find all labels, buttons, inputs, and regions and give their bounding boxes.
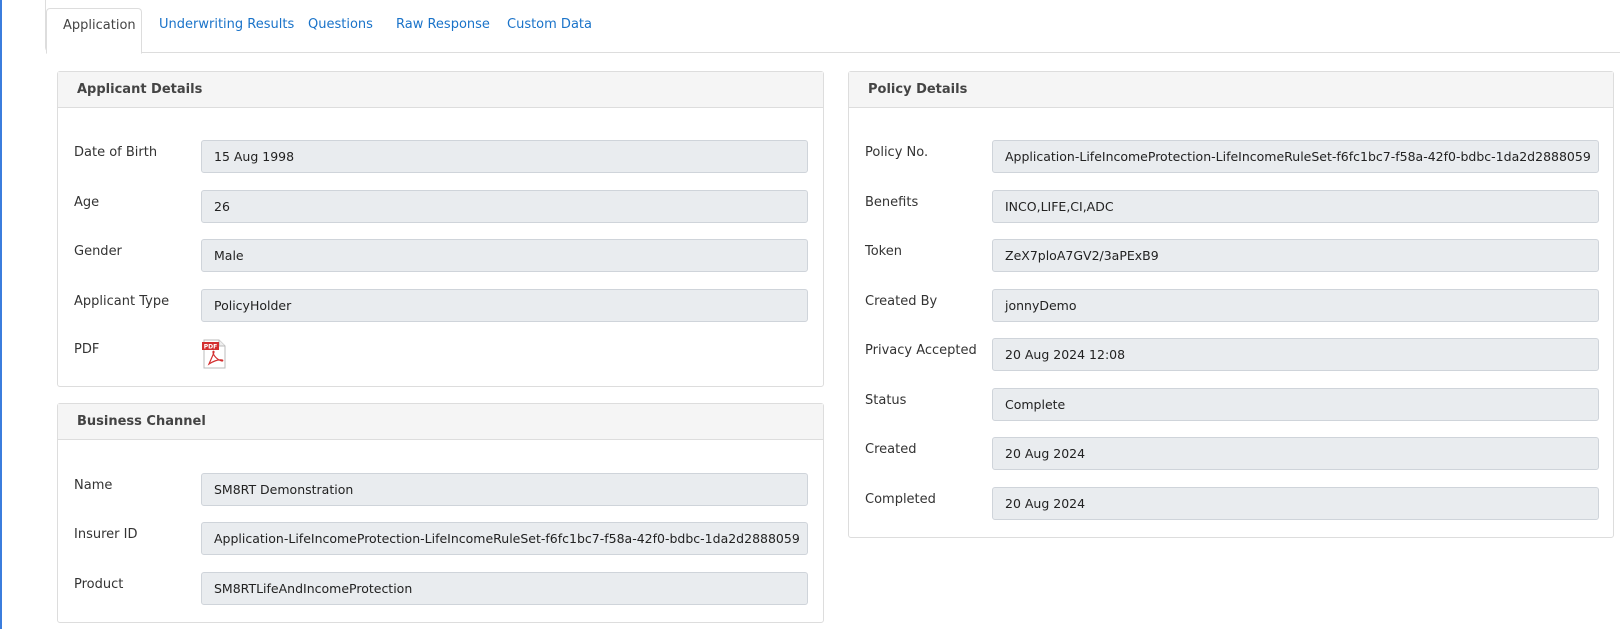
name-label: Name (74, 478, 113, 493)
created-by-label: Created By (865, 294, 938, 309)
form-row-name: Name SM8RT Demonstration (58, 473, 823, 507)
form-row-created: Created 20 Aug 2024 (849, 437, 1613, 471)
form-row-age: Age 26 (58, 190, 823, 224)
form-row-pdf: PDF PDF (58, 339, 823, 376)
created-label: Created (865, 442, 917, 457)
form-row-privacy-accepted: Privacy Accepted 20 Aug 2024 12:08 (849, 338, 1613, 372)
privacy-accepted-label: Privacy Accepted (865, 343, 977, 358)
gender-label: Gender (74, 244, 122, 259)
tab-underwriting-results[interactable]: Underwriting Results (143, 8, 310, 44)
applicant-type-field[interactable]: PolicyHolder (201, 289, 808, 322)
panel-title: Applicant Details (58, 72, 823, 108)
completed-label: Completed (865, 492, 936, 507)
form-row-dob: Date of Birth 15 Aug 1998 (58, 140, 823, 174)
status-label: Status (865, 393, 907, 408)
form-row-applicant-type: Applicant Type PolicyHolder (58, 289, 823, 323)
product-field[interactable]: SM8RTLifeAndIncomeProtection (201, 572, 808, 605)
token-label: Token (865, 244, 902, 259)
left-accent-bar (0, 0, 2, 629)
insurer-id-field[interactable]: Application-LifeIncomeProtection-LifeInc… (201, 522, 808, 555)
age-label: Age (74, 195, 100, 210)
form-row-gender: Gender Male (58, 239, 823, 273)
gender-field[interactable]: Male (201, 239, 808, 272)
applicant-details-panel: Applicant Details Date of Birth 15 Aug 1… (57, 71, 824, 387)
insurer-id-label: Insurer ID (74, 527, 138, 542)
pdf-file-icon[interactable]: PDF (201, 339, 227, 369)
business-channel-panel: Business Channel Name SM8RT Demonstratio… (57, 403, 824, 623)
benefits-label: Benefits (865, 195, 919, 210)
tab-custom-data[interactable]: Custom Data (491, 8, 608, 44)
form-row-insurer-id: Insurer ID Application-LifeIncomeProtect… (58, 522, 823, 556)
tab-application[interactable]: Application (46, 8, 142, 54)
status-field[interactable]: Complete (992, 388, 1599, 421)
svg-text:PDF: PDF (204, 344, 217, 351)
dob-label: Date of Birth (74, 145, 158, 160)
created-by-field[interactable]: jonnyDemo (992, 289, 1599, 322)
completed-field[interactable]: 20 Aug 2024 (992, 487, 1599, 520)
tab-raw-response[interactable]: Raw Response (380, 8, 506, 44)
applicant-type-label: Applicant Type (74, 294, 170, 309)
panel-title: Business Channel (58, 404, 823, 440)
pdf-label: PDF (74, 342, 100, 357)
policy-no-field[interactable]: Application-LifeIncomeProtection-LifeInc… (992, 140, 1599, 173)
policy-details-panel: Policy Details Policy No. Application-Li… (848, 71, 1614, 538)
age-field[interactable]: 26 (201, 190, 808, 223)
product-label: Product (74, 577, 124, 592)
token-field[interactable]: ZeX7ploA7GV2/3aPExB9 (992, 239, 1599, 272)
tab-bar: Application Underwriting Results Questio… (45, 0, 1620, 54)
form-row-completed: Completed 20 Aug 2024 (849, 487, 1613, 521)
policy-no-label: Policy No. (865, 145, 929, 160)
form-row-token: Token ZeX7ploA7GV2/3aPExB9 (849, 239, 1613, 273)
panel-title: Policy Details (849, 72, 1613, 108)
name-field[interactable]: SM8RT Demonstration (201, 473, 808, 506)
form-row-created-by: Created By jonnyDemo (849, 289, 1613, 323)
privacy-accepted-field[interactable]: 20 Aug 2024 12:08 (992, 338, 1599, 371)
form-row-benefits: Benefits INCO,LIFE,CI,ADC (849, 190, 1613, 224)
dob-field[interactable]: 15 Aug 1998 (201, 140, 808, 173)
benefits-field[interactable]: INCO,LIFE,CI,ADC (992, 190, 1599, 223)
form-row-policy-no: Policy No. Application-LifeIncomeProtect… (849, 140, 1613, 174)
tab-questions[interactable]: Questions (292, 8, 389, 44)
form-row-product: Product SM8RTLifeAndIncomeProtection (58, 572, 823, 606)
form-row-status: Status Complete (849, 388, 1613, 422)
created-field[interactable]: 20 Aug 2024 (992, 437, 1599, 470)
